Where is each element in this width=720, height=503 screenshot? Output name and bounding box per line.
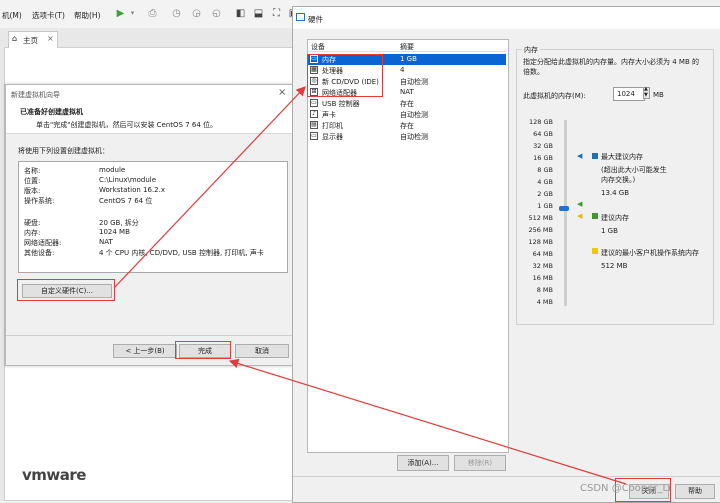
watermark: CSDN @Cooper_Li xyxy=(580,483,671,494)
annotation-arrows xyxy=(113,86,627,485)
arrow-customize-to-hardware xyxy=(113,86,306,289)
arrow-close-to-finish xyxy=(228,358,627,485)
